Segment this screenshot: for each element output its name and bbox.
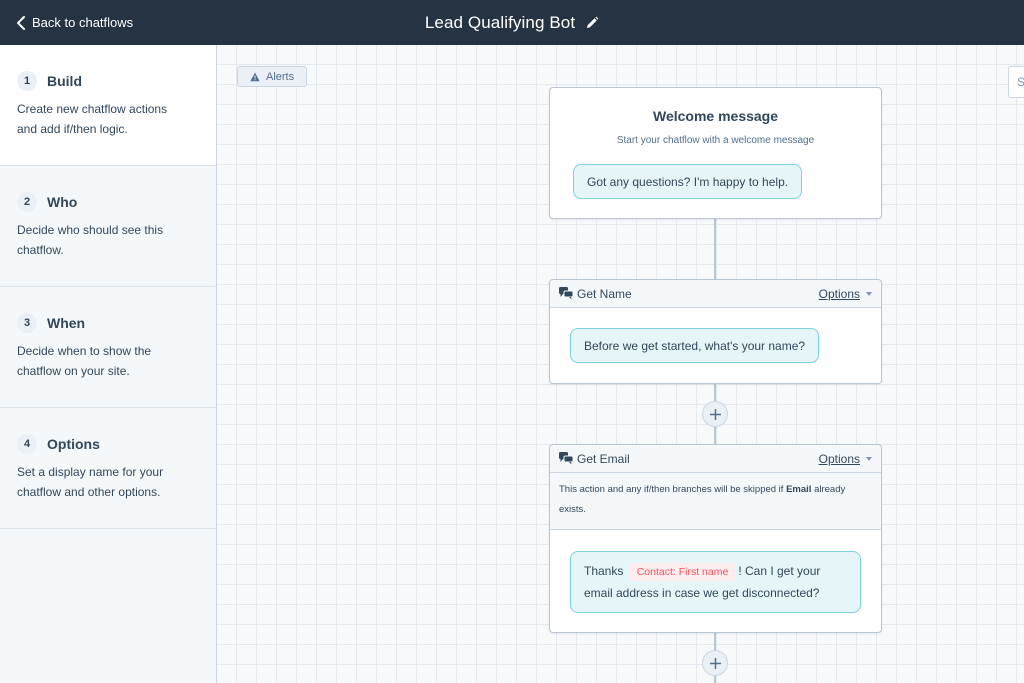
step-description: Create new chatflow actions and add if/t… bbox=[17, 102, 168, 136]
step-description: Decide when to show the chatflow on your… bbox=[17, 344, 152, 378]
chevron-left-icon bbox=[17, 15, 25, 30]
skip-note: This action and any if/then branches wil… bbox=[550, 473, 881, 530]
chatflow-canvas[interactable]: Alerts S Welcome message Start your chat… bbox=[217, 45, 1024, 683]
step-build[interactable]: 1 Build Create new chatflow actions and … bbox=[0, 45, 216, 166]
welcome-message-card[interactable]: Welcome message Start your chatflow with… bbox=[549, 87, 882, 219]
chat-icon bbox=[559, 287, 573, 300]
get-name-card[interactable]: Get Name Options Before we get started, … bbox=[549, 279, 882, 384]
alerts-label: Alerts bbox=[266, 70, 295, 83]
step-who[interactable]: 2 Who Decide who should see this chatflo… bbox=[0, 166, 216, 287]
step-options[interactable]: 4 Options Set a display name for your ch… bbox=[0, 408, 216, 529]
step-head: 1 Build bbox=[17, 71, 199, 91]
back-label: Back to chatflows bbox=[32, 15, 134, 30]
connector-line bbox=[714, 219, 716, 279]
note-prefix: This action and any if/then branches wil… bbox=[559, 484, 787, 495]
chat-icon bbox=[559, 452, 573, 465]
step-number: 1 bbox=[17, 71, 37, 91]
plus-icon bbox=[709, 408, 721, 420]
step-title: Build bbox=[47, 73, 82, 89]
step-title: When bbox=[47, 315, 86, 331]
caret-down-icon bbox=[866, 456, 872, 461]
options-dropdown[interactable]: Options bbox=[819, 287, 872, 301]
message-prefix: Thanks bbox=[584, 564, 624, 578]
step-head: 3 When bbox=[17, 313, 199, 333]
contact-first-name-token[interactable]: Contact: First name bbox=[629, 563, 736, 581]
card-title: Welcome message bbox=[652, 108, 779, 124]
action-label: Get Name bbox=[577, 286, 632, 301]
get-name-message-bubble[interactable]: Before we get started, what's your name? bbox=[570, 328, 820, 363]
get-email-message-bubble[interactable]: Thanks Contact: First name! Can I get yo… bbox=[570, 551, 861, 613]
caret-down-icon bbox=[866, 291, 872, 296]
options-label: Options bbox=[818, 451, 860, 466]
add-action-button[interactable] bbox=[702, 650, 728, 676]
options-label: Options bbox=[818, 286, 860, 301]
top-bar: Back to chatflows Lead Qualifying Bot bbox=[0, 0, 1024, 45]
options-dropdown[interactable]: Options bbox=[819, 452, 872, 466]
step-number: 4 bbox=[17, 434, 37, 454]
step-number: 2 bbox=[17, 192, 37, 212]
title-wrap: Lead Qualifying Bot bbox=[0, 0, 1024, 45]
welcome-message-bubble[interactable]: Got any questions? I'm happy to help. bbox=[573, 164, 803, 199]
card-subtitle: Start your chatflow with a welcome messa… bbox=[616, 135, 815, 146]
note-bold: Email bbox=[786, 484, 812, 495]
steps-sidebar: 1 Build Create new chatflow actions and … bbox=[0, 45, 217, 683]
edge-button-label: S bbox=[1017, 75, 1024, 89]
step-head: 4 Options bbox=[17, 434, 199, 454]
step-description: Decide who should see this chatflow. bbox=[17, 223, 164, 257]
back-to-chatflows-link[interactable]: Back to chatflows bbox=[16, 0, 133, 45]
step-title: Who bbox=[47, 194, 78, 210]
step-title: Options bbox=[47, 436, 100, 452]
warning-icon bbox=[250, 72, 260, 81]
page-title: Lead Qualifying Bot bbox=[424, 12, 576, 32]
step-number: 3 bbox=[17, 313, 37, 333]
plus-icon bbox=[709, 657, 721, 669]
action-label: Get Email bbox=[577, 451, 630, 466]
edge-button[interactable]: S bbox=[1008, 66, 1024, 98]
step-description: Set a display name for your chatflow and… bbox=[17, 465, 164, 499]
step-head: 2 Who bbox=[17, 192, 199, 212]
alerts-button[interactable]: Alerts bbox=[237, 66, 308, 87]
add-action-button[interactable] bbox=[702, 401, 728, 427]
get-email-card[interactable]: Get Email Options This action and any if… bbox=[549, 444, 882, 633]
step-when[interactable]: 3 When Decide when to show the chatflow … bbox=[0, 287, 216, 408]
pencil-icon[interactable] bbox=[585, 16, 599, 30]
card-header: Get Name Options bbox=[550, 280, 881, 308]
card-header: Get Email Options bbox=[550, 445, 881, 473]
